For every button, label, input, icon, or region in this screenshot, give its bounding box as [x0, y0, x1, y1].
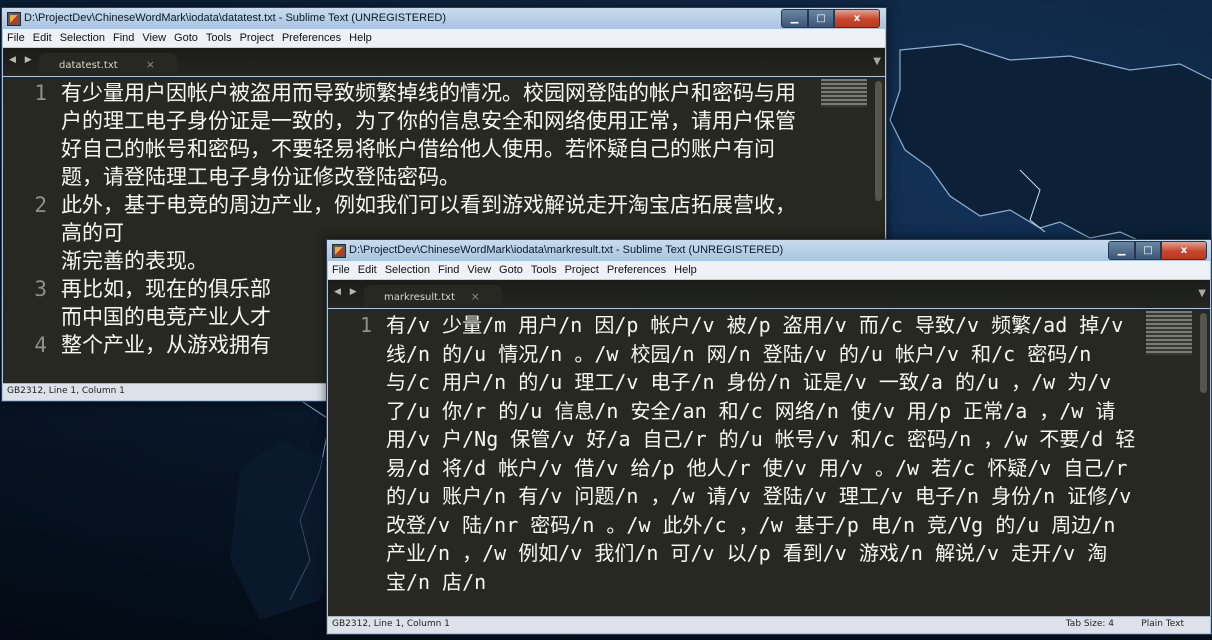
status-encoding-position: GB2312, Line 1, Column 1	[7, 386, 125, 396]
menu-find[interactable]: Find	[109, 32, 138, 44]
sublime-window-markresult[interactable]: D:\ProjectDev\ChineseWordMark\iodata\mar…	[326, 239, 1212, 635]
maximize-button[interactable]: □	[1135, 241, 1161, 260]
line-text: 而中国的电竞产业人才	[61, 305, 271, 329]
menu-selection[interactable]: Selection	[381, 264, 434, 276]
line-text: 渐完善的表现。	[61, 249, 208, 273]
syntax-indicator[interactable]: Plain Text	[1141, 619, 1184, 629]
minimap[interactable]	[1146, 311, 1192, 355]
line-number: 3	[34, 277, 47, 301]
menu-goto[interactable]: Goto	[495, 264, 527, 276]
tab-label: datatest.txt	[59, 60, 118, 71]
tab-datatest[interactable]: datatest.txt ×	[39, 53, 177, 76]
line-text: 此外，基于电竞的周边产业，例如我们可以看到游戏解说走开淘宝店拓展营收，高的可	[61, 193, 796, 245]
menu-view[interactable]: View	[138, 32, 170, 44]
window-controls: ▁ □ x	[781, 9, 880, 28]
tab-markresult[interactable]: markresult.txt ×	[364, 285, 502, 308]
minimap[interactable]	[821, 79, 867, 107]
title-bar[interactable]: D:\ProjectDev\ChineseWordMark\iodata\mar…	[327, 240, 1211, 261]
tab-bar: ◀ ▶ datatest.txt × ▼	[3, 48, 885, 76]
sublime-app-icon	[7, 12, 21, 26]
code-line: 1 有/v 少量/m 用户/n 因/p 帐户/v 被/p 盗用/v 而/c 导致…	[360, 311, 1140, 596]
tab-nav-arrows-icon[interactable]: ◀ ▶	[9, 55, 35, 65]
tab-dropdown-icon[interactable]: ▼	[873, 56, 881, 67]
menu-tools[interactable]: Tools	[202, 32, 236, 44]
maximize-button[interactable]: □	[808, 9, 834, 28]
menu-preferences[interactable]: Preferences	[278, 32, 345, 44]
menu-project[interactable]: Project	[236, 32, 278, 44]
tab-close-icon[interactable]: ×	[146, 58, 155, 71]
menu-preferences[interactable]: Preferences	[603, 264, 670, 276]
tab-nav-arrows-icon[interactable]: ◀ ▶	[334, 287, 360, 297]
tab-bar: ◀ ▶ markresult.txt × ▼	[328, 280, 1210, 308]
menu-goto[interactable]: Goto	[170, 32, 202, 44]
menu-bar: File Edit Selection Find View Goto Tools…	[328, 261, 1210, 280]
menu-file[interactable]: File	[328, 264, 354, 276]
minimize-button[interactable]: ▁	[1108, 241, 1135, 260]
menu-help[interactable]: Help	[345, 32, 376, 44]
menu-view[interactable]: View	[463, 264, 495, 276]
code-text: 1 有/v 少量/m 用户/n 因/p 帐户/v 被/p 盗用/v 而/c 导致…	[360, 311, 1140, 596]
vertical-scrollbar[interactable]	[875, 81, 882, 201]
close-button[interactable]: x	[1161, 241, 1207, 260]
menu-edit[interactable]: Edit	[354, 264, 381, 276]
menu-help[interactable]: Help	[670, 264, 701, 276]
code-line: 1 有少量用户因帐户被盗用而导致频繁掉线的情况。校园网登陆的帐户和密码与用户的理…	[34, 79, 815, 191]
minimize-button[interactable]: ▁	[781, 9, 808, 28]
menu-find[interactable]: Find	[434, 264, 463, 276]
line-number: 2	[34, 193, 47, 217]
menu-project[interactable]: Project	[561, 264, 603, 276]
window-title: D:\ProjectDev\ChineseWordMark\iodata\dat…	[24, 12, 447, 24]
line-gutter	[328, 309, 380, 616]
vertical-scrollbar[interactable]	[1200, 313, 1207, 393]
line-number: 4	[34, 333, 47, 357]
close-button[interactable]: x	[834, 9, 880, 28]
sublime-app-icon	[332, 244, 346, 258]
status-encoding-position: GB2312, Line 1, Column 1	[332, 619, 450, 629]
tab-size-indicator[interactable]: Tab Size: 4	[1066, 619, 1114, 629]
menu-selection[interactable]: Selection	[56, 32, 109, 44]
line-text: 再比如，现在的俱乐部	[61, 277, 271, 301]
window-controls: ▁ □ x	[1108, 241, 1207, 260]
line-number: 1	[34, 81, 47, 105]
menu-bar: File Edit Selection Find View Goto Tools…	[3, 29, 885, 48]
menu-edit[interactable]: Edit	[29, 32, 56, 44]
tab-label: markresult.txt	[384, 292, 456, 303]
line-text: 整个产业，从游戏拥有	[61, 333, 271, 357]
title-bar[interactable]: D:\ProjectDev\ChineseWordMark\iodata\dat…	[2, 8, 886, 29]
status-bar: GB2312, Line 1, Column 1 Tab Size: 4 Pla…	[328, 616, 1210, 633]
line-text: 有少量用户因帐户被盗用而导致频繁掉线的情况。校园网登陆的帐户和密码与用户的理工电…	[61, 81, 796, 189]
tab-dropdown-icon[interactable]: ▼	[1198, 288, 1206, 299]
line-number: 1	[359, 313, 372, 337]
editor-area[interactable]: 1 有/v 少量/m 用户/n 因/p 帐户/v 被/p 盗用/v 而/c 导致…	[328, 309, 1210, 616]
line-text: 有/v 少量/m 用户/n 因/p 帐户/v 被/p 盗用/v 而/c 导致/v…	[386, 313, 1136, 594]
menu-file[interactable]: File	[3, 32, 29, 44]
menu-tools[interactable]: Tools	[527, 264, 561, 276]
tab-close-icon[interactable]: ×	[471, 290, 480, 303]
window-title: D:\ProjectDev\ChineseWordMark\iodata\mar…	[349, 244, 784, 256]
